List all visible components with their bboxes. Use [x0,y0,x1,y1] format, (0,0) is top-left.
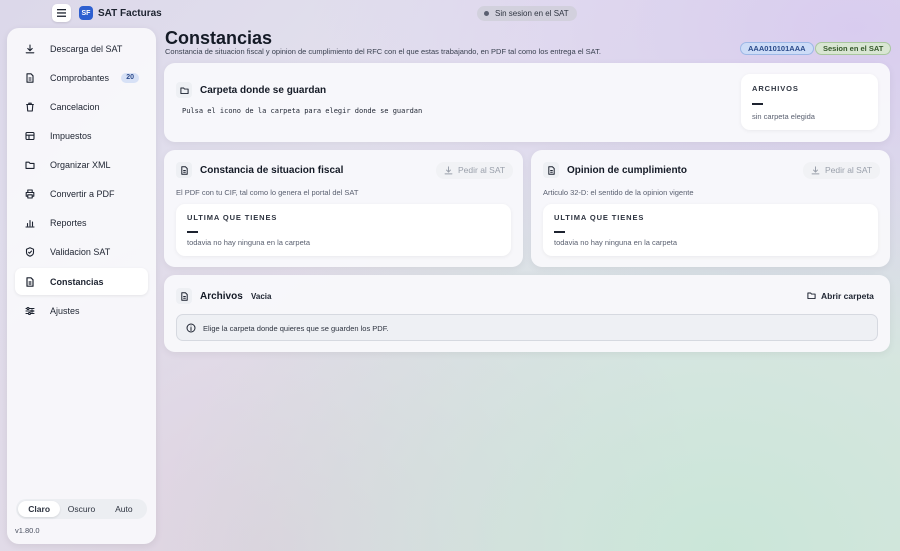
bar-chart-icon [25,219,35,228]
document-icon-box [176,162,192,178]
document-icon-box [176,288,192,304]
files-status-chip: Vacia [251,292,272,301]
stat-value [187,231,198,233]
opinion-stat-box: ULTIMA QUE TIENES todavia no hay ninguna… [543,204,878,256]
files-card: Archivos Vacia Abrir carpeta Elige la ca… [164,275,890,352]
session-badge: Sesion en el SAT [815,42,892,55]
document-icon [26,72,34,83]
session-status-text: Sin sesion en el SAT [495,9,569,18]
constancia-description: El PDF con tu CIF, tal como lo genera el… [176,188,359,197]
download-icon [25,43,35,53]
theme-option-claro[interactable]: Claro [18,501,61,517]
theme-toggle: Claro Oscuro Auto [16,499,147,519]
hamburger-icon [57,9,66,17]
opinion-card: Opinion de cumplimiento Pedir al SAT Art… [531,150,890,267]
sidebar-item-validacion-sat[interactable]: Validacion SAT [15,238,148,265]
document-icon [547,165,555,175]
stat-note: sin carpeta elegida [752,112,815,121]
pedir-constancia-button[interactable]: Pedir al SAT [436,162,514,179]
session-status-pill[interactable]: Sin sesion en el SAT [477,6,577,21]
count-badge: 20 [121,73,139,83]
shield-icon [25,246,35,257]
table-icon [25,131,35,140]
stat-label: ULTIMA QUE TIENES [187,213,278,222]
sidebar-item-reportes[interactable]: Reportes [15,209,148,236]
pedir-opinion-label: Pedir al SAT [825,165,873,175]
sidebar-item-label: Cancelacion [50,101,100,112]
folder-card: Carpeta donde se guardan Pulsa el icono … [164,63,890,142]
printer-icon [25,188,35,199]
folder-icon [179,86,189,94]
document-icon [180,165,188,175]
sliders-icon [25,306,35,315]
app-title: SAT Facturas [98,8,162,19]
sidebar-item-label: Reportes [50,217,87,228]
app-logo: SF [79,6,93,20]
sidebar-item-cancelacion[interactable]: Cancelacion [15,93,148,120]
download-icon [811,166,820,175]
sidebar-item-constancias[interactable]: Constancias [15,268,148,295]
theme-option-oscuro[interactable]: Oscuro [60,501,102,517]
sidebar-item-label: Convertir a PDF [50,188,115,199]
sidebar-item-label: Validacion SAT [50,246,111,257]
sidebar: Descarga del SAT Comprobantes 20 Cancela… [7,28,156,544]
folder-hint: Pulsa el icono de la carpeta para elegir… [182,107,423,115]
constancia-stat-box: ULTIMA QUE TIENES todavia no hay ninguna… [176,204,511,256]
sidebar-item-label: Descarga del SAT [50,43,123,54]
sidebar-item-label: Impuestos [50,130,92,141]
sidebar-item-impuestos[interactable]: Impuestos [15,122,148,149]
sidebar-item-ajustes[interactable]: Ajustes [15,297,148,324]
sidebar-item-label: Ajustes [50,305,80,316]
app-version: v1.80.0 [15,526,40,535]
constancia-card: Constancia de situacion fiscal Pedir al … [164,150,523,267]
document-icon [180,291,188,301]
folder-card-title: Carpeta donde se guardan [200,85,327,96]
document-icon-box [543,162,559,178]
files-card-title: Archivos [200,291,243,302]
opinion-description: Articulo 32-D: el sentido de la opinion … [543,188,694,197]
sidebar-item-organizar-xml[interactable]: Organizar XML [15,151,148,178]
folder-icon [25,161,35,169]
opinion-card-title: Opinion de cumplimiento [567,165,687,176]
files-stat-box: ARCHIVOS sin carpeta elegida [741,74,878,130]
stat-value [554,231,565,233]
document-icon [26,276,34,287]
files-info-text: Elige la carpeta donde quieres que se gu… [203,324,389,333]
rfc-badge: AAA010101AAA [740,42,814,55]
open-folder-button[interactable]: Abrir carpeta [807,288,874,304]
page-title: Constancias [165,28,273,48]
download-icon [444,166,453,175]
trash-icon [26,102,34,112]
status-dot-icon [484,11,489,16]
stat-label: ULTIMA QUE TIENES [554,213,645,222]
sidebar-item-descarga[interactable]: Descarga del SAT [15,35,148,62]
choose-folder-button[interactable] [176,82,192,98]
stat-value [752,103,763,105]
sidebar-item-convertir-pdf[interactable]: Convertir a PDF [15,180,148,207]
top-bar: SF SAT Facturas Sin sesion en el SAT [0,0,900,28]
sidebar-item-comprobantes[interactable]: Comprobantes 20 [15,64,148,91]
info-icon [186,323,196,333]
stat-note: todavia no hay ninguna en la carpeta [554,238,678,247]
sidebar-item-label: Comprobantes [50,72,110,83]
stat-label: ARCHIVOS [752,84,799,93]
page-subtitle: Constancia de situacion fiscal y opinion… [165,47,601,56]
files-info-box: Elige la carpeta donde quieres que se gu… [176,314,878,341]
folder-icon [807,292,816,300]
open-folder-label: Abrir carpeta [821,291,874,301]
pedir-opinion-button[interactable]: Pedir al SAT [803,162,881,179]
sidebar-item-label: Organizar XML [50,159,111,170]
pedir-constancia-label: Pedir al SAT [458,165,506,175]
theme-option-auto[interactable]: Auto [103,501,145,517]
menu-button[interactable] [52,4,71,22]
sidebar-item-label: Constancias [50,276,104,287]
constancia-card-title: Constancia de situacion fiscal [200,165,344,176]
stat-note: todavia no hay ninguna en la carpeta [187,238,311,247]
